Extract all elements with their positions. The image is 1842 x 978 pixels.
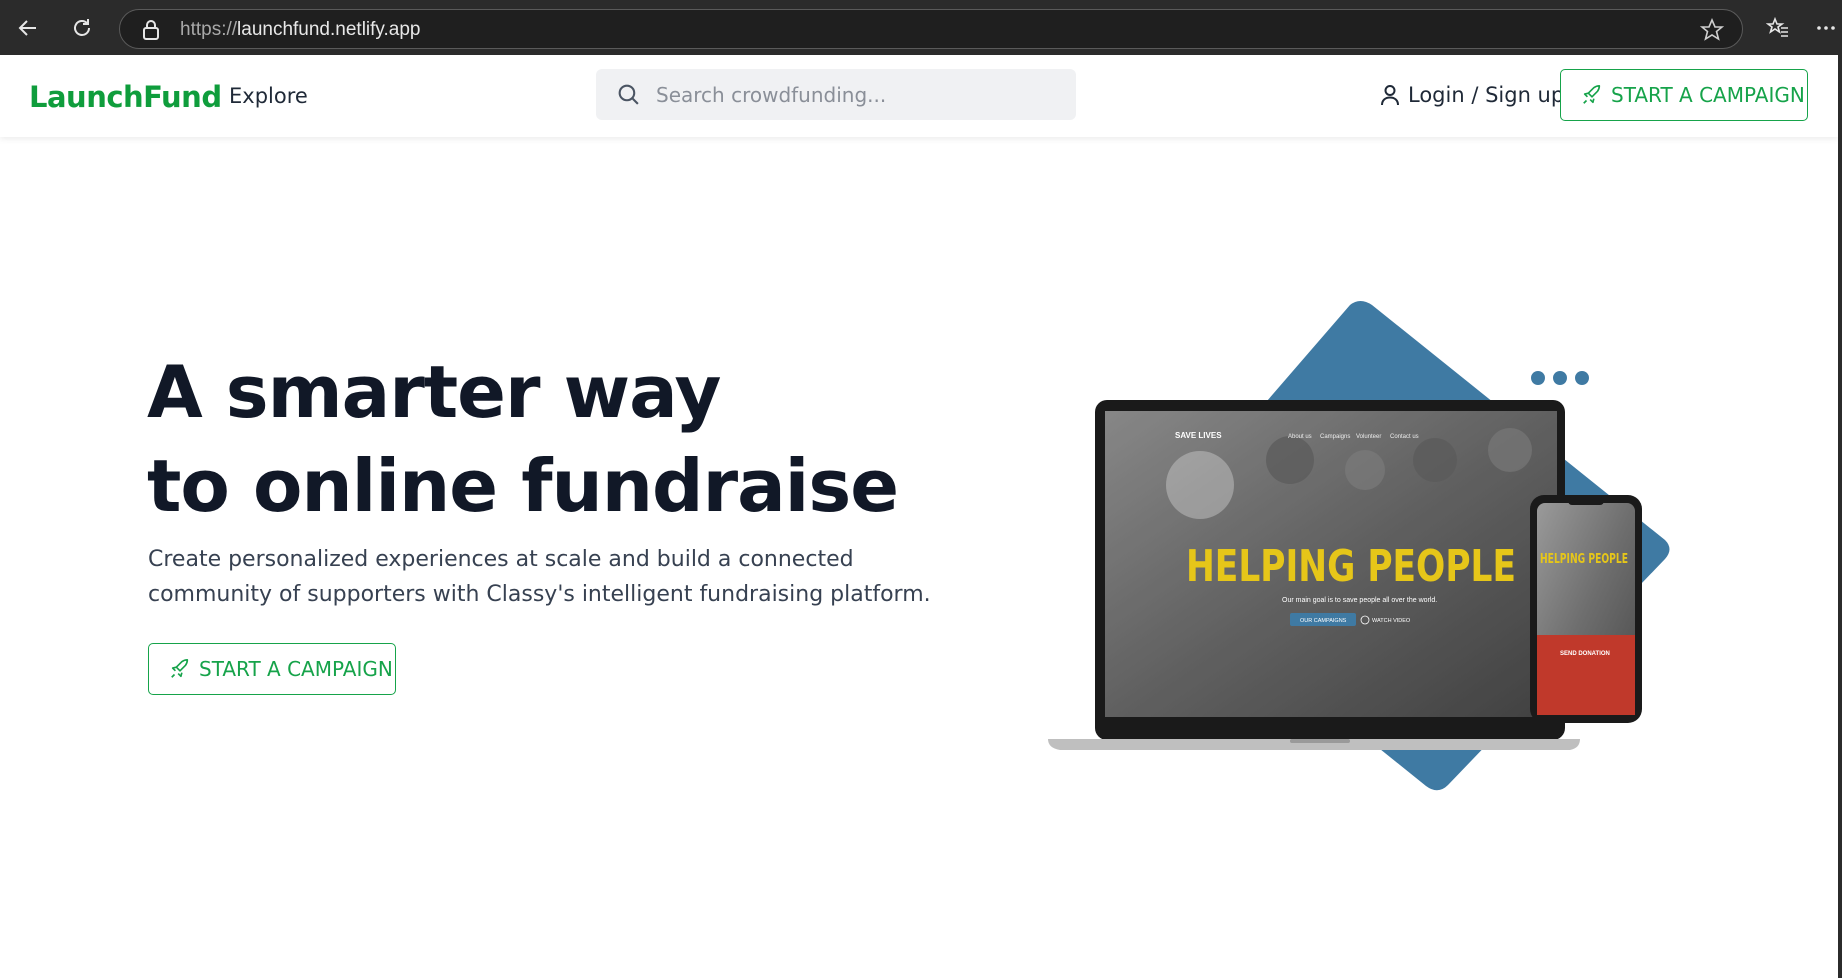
hero-subtitle: Create personalized experiences at scale…: [148, 547, 931, 607]
dot: [1553, 371, 1567, 385]
start-campaign-button-header[interactable]: START A CAMPAIGN: [1560, 69, 1808, 121]
search-icon: [616, 82, 641, 112]
reload-icon[interactable]: [66, 12, 98, 44]
rocket-icon: [1583, 85, 1601, 104]
search-input[interactable]: [656, 69, 1056, 120]
start-campaign-button-hero[interactable]: START A CAMPAIGN: [148, 643, 396, 695]
login-label: Login / Sign up: [1408, 83, 1565, 107]
login-signup-link[interactable]: Login / Sign up: [1380, 83, 1564, 107]
favorite-star-icon[interactable]: [1699, 17, 1725, 47]
mockup-primary-button: OUR CAMPAIGNS: [1300, 618, 1347, 624]
hero-title: A smarter way to online fundraise: [147, 345, 899, 533]
hero-title-line-2: to online fundraise: [147, 444, 899, 528]
phone-donation-card: [1537, 635, 1635, 715]
site-header: LaunchFund Explore Login / Sign up START…: [0, 55, 1838, 137]
address-bar[interactable]: https://launchfund.netlify.app: [119, 9, 1743, 49]
mockup-nav-item: About us: [1288, 434, 1312, 440]
mockup-nav-item: Volunteer: [1356, 434, 1381, 440]
mockup-site-name: SAVE LIVES: [1175, 431, 1222, 440]
favorites-icon[interactable]: [1762, 12, 1794, 44]
more-options-icon[interactable]: [1810, 12, 1842, 44]
back-icon[interactable]: [12, 12, 44, 44]
page: LaunchFund Explore Login / Sign up START…: [0, 55, 1838, 978]
nav-explore-link[interactable]: Explore: [229, 84, 308, 108]
mockup-tagline: Our main goal is to save people all over…: [1282, 597, 1437, 604]
user-icon: [1381, 85, 1399, 106]
browser-toolbar: https://launchfund.netlify.app: [0, 0, 1842, 55]
mockup-nav-item: Contact us: [1390, 434, 1419, 440]
start-campaign-label: START A CAMPAIGN: [1611, 83, 1805, 107]
phone-card-title: SEND DONATION: [1560, 651, 1610, 657]
search-box[interactable]: [596, 69, 1076, 120]
dot: [1531, 371, 1545, 385]
mockup-headline: HELPING PEOPLE: [1186, 541, 1516, 592]
start-campaign-label: START A CAMPAIGN: [199, 657, 393, 681]
phone-headline: HELPING PEOPLE: [1540, 552, 1628, 567]
dot: [1575, 371, 1589, 385]
hero-title-line-1: A smarter way: [147, 350, 721, 434]
url-text: https://launchfund.netlify.app: [180, 19, 421, 40]
mockup-nav-item: Campaigns: [1320, 434, 1350, 440]
mockup-secondary-button: WATCH VIDEO: [1372, 618, 1411, 624]
lock-icon: [142, 20, 160, 45]
rocket-icon: [171, 659, 189, 678]
logo[interactable]: LaunchFund: [29, 80, 222, 114]
hero-illustration: SAVE LIVES About us Campaigns Volunteer …: [1048, 301, 1675, 798]
